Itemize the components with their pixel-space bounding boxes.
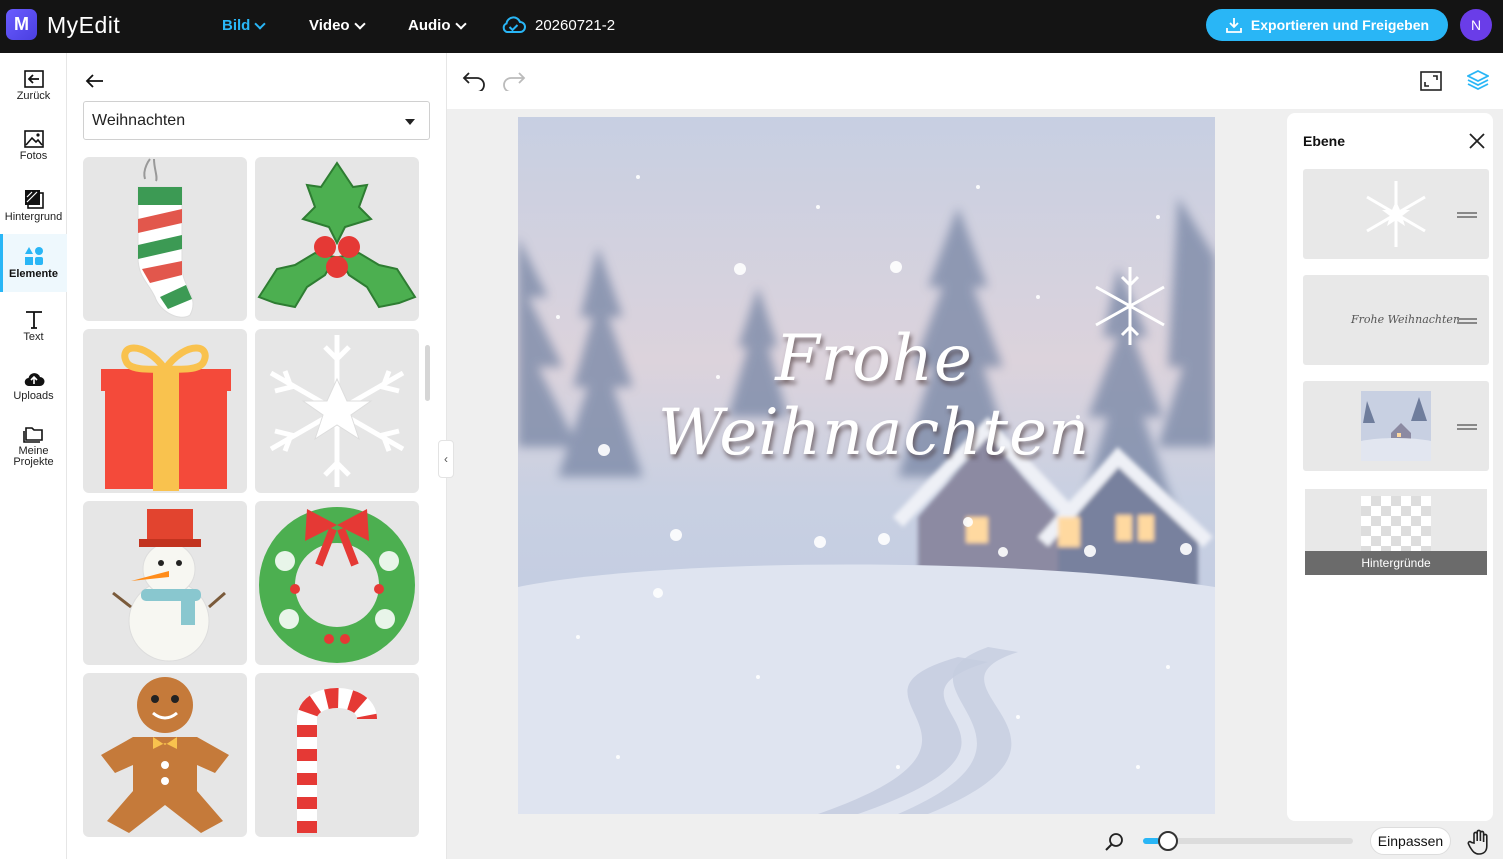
element-stocking[interactable]: [83, 157, 247, 321]
logo-letter: M: [14, 14, 29, 34]
nav-video[interactable]: Video: [309, 17, 366, 34]
drag-handle-icon[interactable]: [1457, 424, 1477, 430]
rail-label: Uploads: [13, 390, 54, 402]
backgrounds-label: Hintergründe: [1305, 551, 1487, 575]
left-rail: Zurück Fotos Hintergrund Elemente Text U…: [0, 53, 67, 859]
chevron-down-icon: [254, 17, 267, 30]
top-bar: M MyEdit Bild Video Audio 20260721-2 Exp…: [0, 0, 1503, 53]
layers-title: Ebene: [1303, 133, 1346, 149]
nav-bild-label: Bild: [222, 17, 251, 34]
undo-icon[interactable]: [461, 69, 487, 91]
nav-video-label: Video: [309, 17, 350, 34]
layers-icon[interactable]: [1467, 69, 1489, 91]
design-canvas[interactable]: Frohe Weihnachten: [518, 117, 1215, 814]
cloud-sync-icon[interactable]: [500, 14, 526, 36]
nav-audio[interactable]: Audio: [408, 17, 467, 34]
rail-label: Fotos: [19, 150, 48, 162]
rail-item-background[interactable]: Hintergrund: [0, 177, 67, 235]
layer-text[interactable]: Frohe Weihnachten: [1303, 275, 1489, 365]
transparent-thumbnail: [1361, 496, 1431, 552]
element-holly[interactable]: [255, 157, 419, 321]
nav-bild[interactable]: Bild: [222, 17, 267, 34]
chevron-down-icon: [353, 17, 366, 30]
fit-screen-icon[interactable]: [1420, 71, 1442, 91]
snowman-icon: [112, 509, 226, 662]
rail-item-photos[interactable]: Fotos: [0, 117, 67, 175]
greeting-text[interactable]: Frohe Weihnachten: [574, 322, 1174, 470]
zoom-icon[interactable]: [1104, 832, 1124, 852]
rail-label: Zurück: [16, 90, 51, 102]
elements-panel: Weihnachten: [67, 53, 447, 859]
hand-pan-icon[interactable]: [1467, 829, 1491, 855]
snowflake-icon: [1366, 181, 1426, 247]
rail-item-back[interactable]: Zurück: [0, 57, 67, 115]
redo-icon[interactable]: [501, 69, 527, 91]
user-avatar[interactable]: N: [1460, 9, 1492, 41]
rail-label: Text: [23, 331, 44, 343]
canvas-toolbar: [447, 53, 1503, 109]
gingerbread-icon: [101, 677, 229, 833]
close-icon[interactable]: [1469, 133, 1485, 149]
panel-scrollbar[interactable]: [425, 345, 430, 401]
layer-backgrounds[interactable]: Hintergründe: [1305, 489, 1487, 575]
photo-icon: [23, 130, 44, 148]
upload-cloud-icon: [24, 373, 44, 387]
element-snowflake[interactable]: [255, 329, 419, 493]
layers-panel: Ebene Frohe Weihnachten Hintergründe: [1287, 113, 1493, 821]
layer-snowflake[interactable]: [1303, 169, 1489, 259]
collapse-panel-button[interactable]: ‹: [438, 440, 454, 478]
arrow-left-icon[interactable]: [85, 73, 105, 89]
rail-label: Elemente: [9, 268, 58, 280]
fit-button[interactable]: Einpassen: [1370, 827, 1451, 855]
layer-text-preview: Frohe Weihnachten: [1351, 313, 1461, 326]
candy-cane-icon: [297, 688, 377, 833]
element-wreath[interactable]: [255, 501, 419, 665]
winter-thumbnail: [1361, 391, 1431, 461]
nav-audio-label: Audio: [408, 17, 451, 34]
holly-icon: [257, 161, 417, 309]
brand-name: MyEdit: [47, 12, 121, 38]
rail-label: Meine Projekte: [13, 444, 54, 468]
stocking-icon: [137, 158, 194, 318]
download-icon: [1226, 18, 1242, 33]
layer-image[interactable]: [1303, 381, 1489, 471]
export-share-button[interactable]: Exportieren und Freigeben: [1206, 9, 1448, 41]
elements-icon: [24, 247, 43, 265]
rail-item-uploads[interactable]: Uploads: [0, 357, 67, 415]
drag-handle-icon[interactable]: [1457, 212, 1477, 218]
project-name[interactable]: 20260721-2: [535, 17, 615, 34]
export-label: Exportieren und Freigeben: [1250, 17, 1430, 33]
element-gift[interactable]: [83, 329, 247, 493]
element-gingerbread[interactable]: [83, 673, 247, 837]
drag-handle-icon[interactable]: [1457, 318, 1477, 324]
element-snowman[interactable]: [83, 501, 247, 665]
chevron-down-icon: [454, 17, 467, 30]
rail-item-my-projects[interactable]: Meine Projekte: [0, 415, 67, 477]
work-area: Frohe Weihnachten Ebene Frohe Weihnachte…: [447, 53, 1503, 859]
wreath-icon: [259, 507, 415, 663]
zoom-slider[interactable]: [1143, 831, 1353, 851]
caret-down-icon: [405, 119, 415, 125]
back-arrow-icon: [23, 70, 44, 88]
rail-item-text[interactable]: Text: [0, 297, 67, 355]
category-value: Weihnachten: [92, 111, 186, 129]
rail-label: Hintergrund: [4, 211, 63, 223]
myedit-logo[interactable]: M: [6, 9, 37, 40]
folder-icon: [22, 426, 43, 443]
zoom-slider-knob[interactable]: [1158, 831, 1178, 851]
rail-item-elements[interactable]: Elemente: [0, 234, 67, 292]
snowflake-icon: [269, 335, 405, 487]
text-icon: [25, 311, 42, 329]
element-candy-cane[interactable]: [255, 673, 419, 837]
gift-icon: [101, 344, 231, 491]
background-icon: [24, 190, 44, 209]
category-select[interactable]: Weihnachten: [83, 101, 430, 140]
